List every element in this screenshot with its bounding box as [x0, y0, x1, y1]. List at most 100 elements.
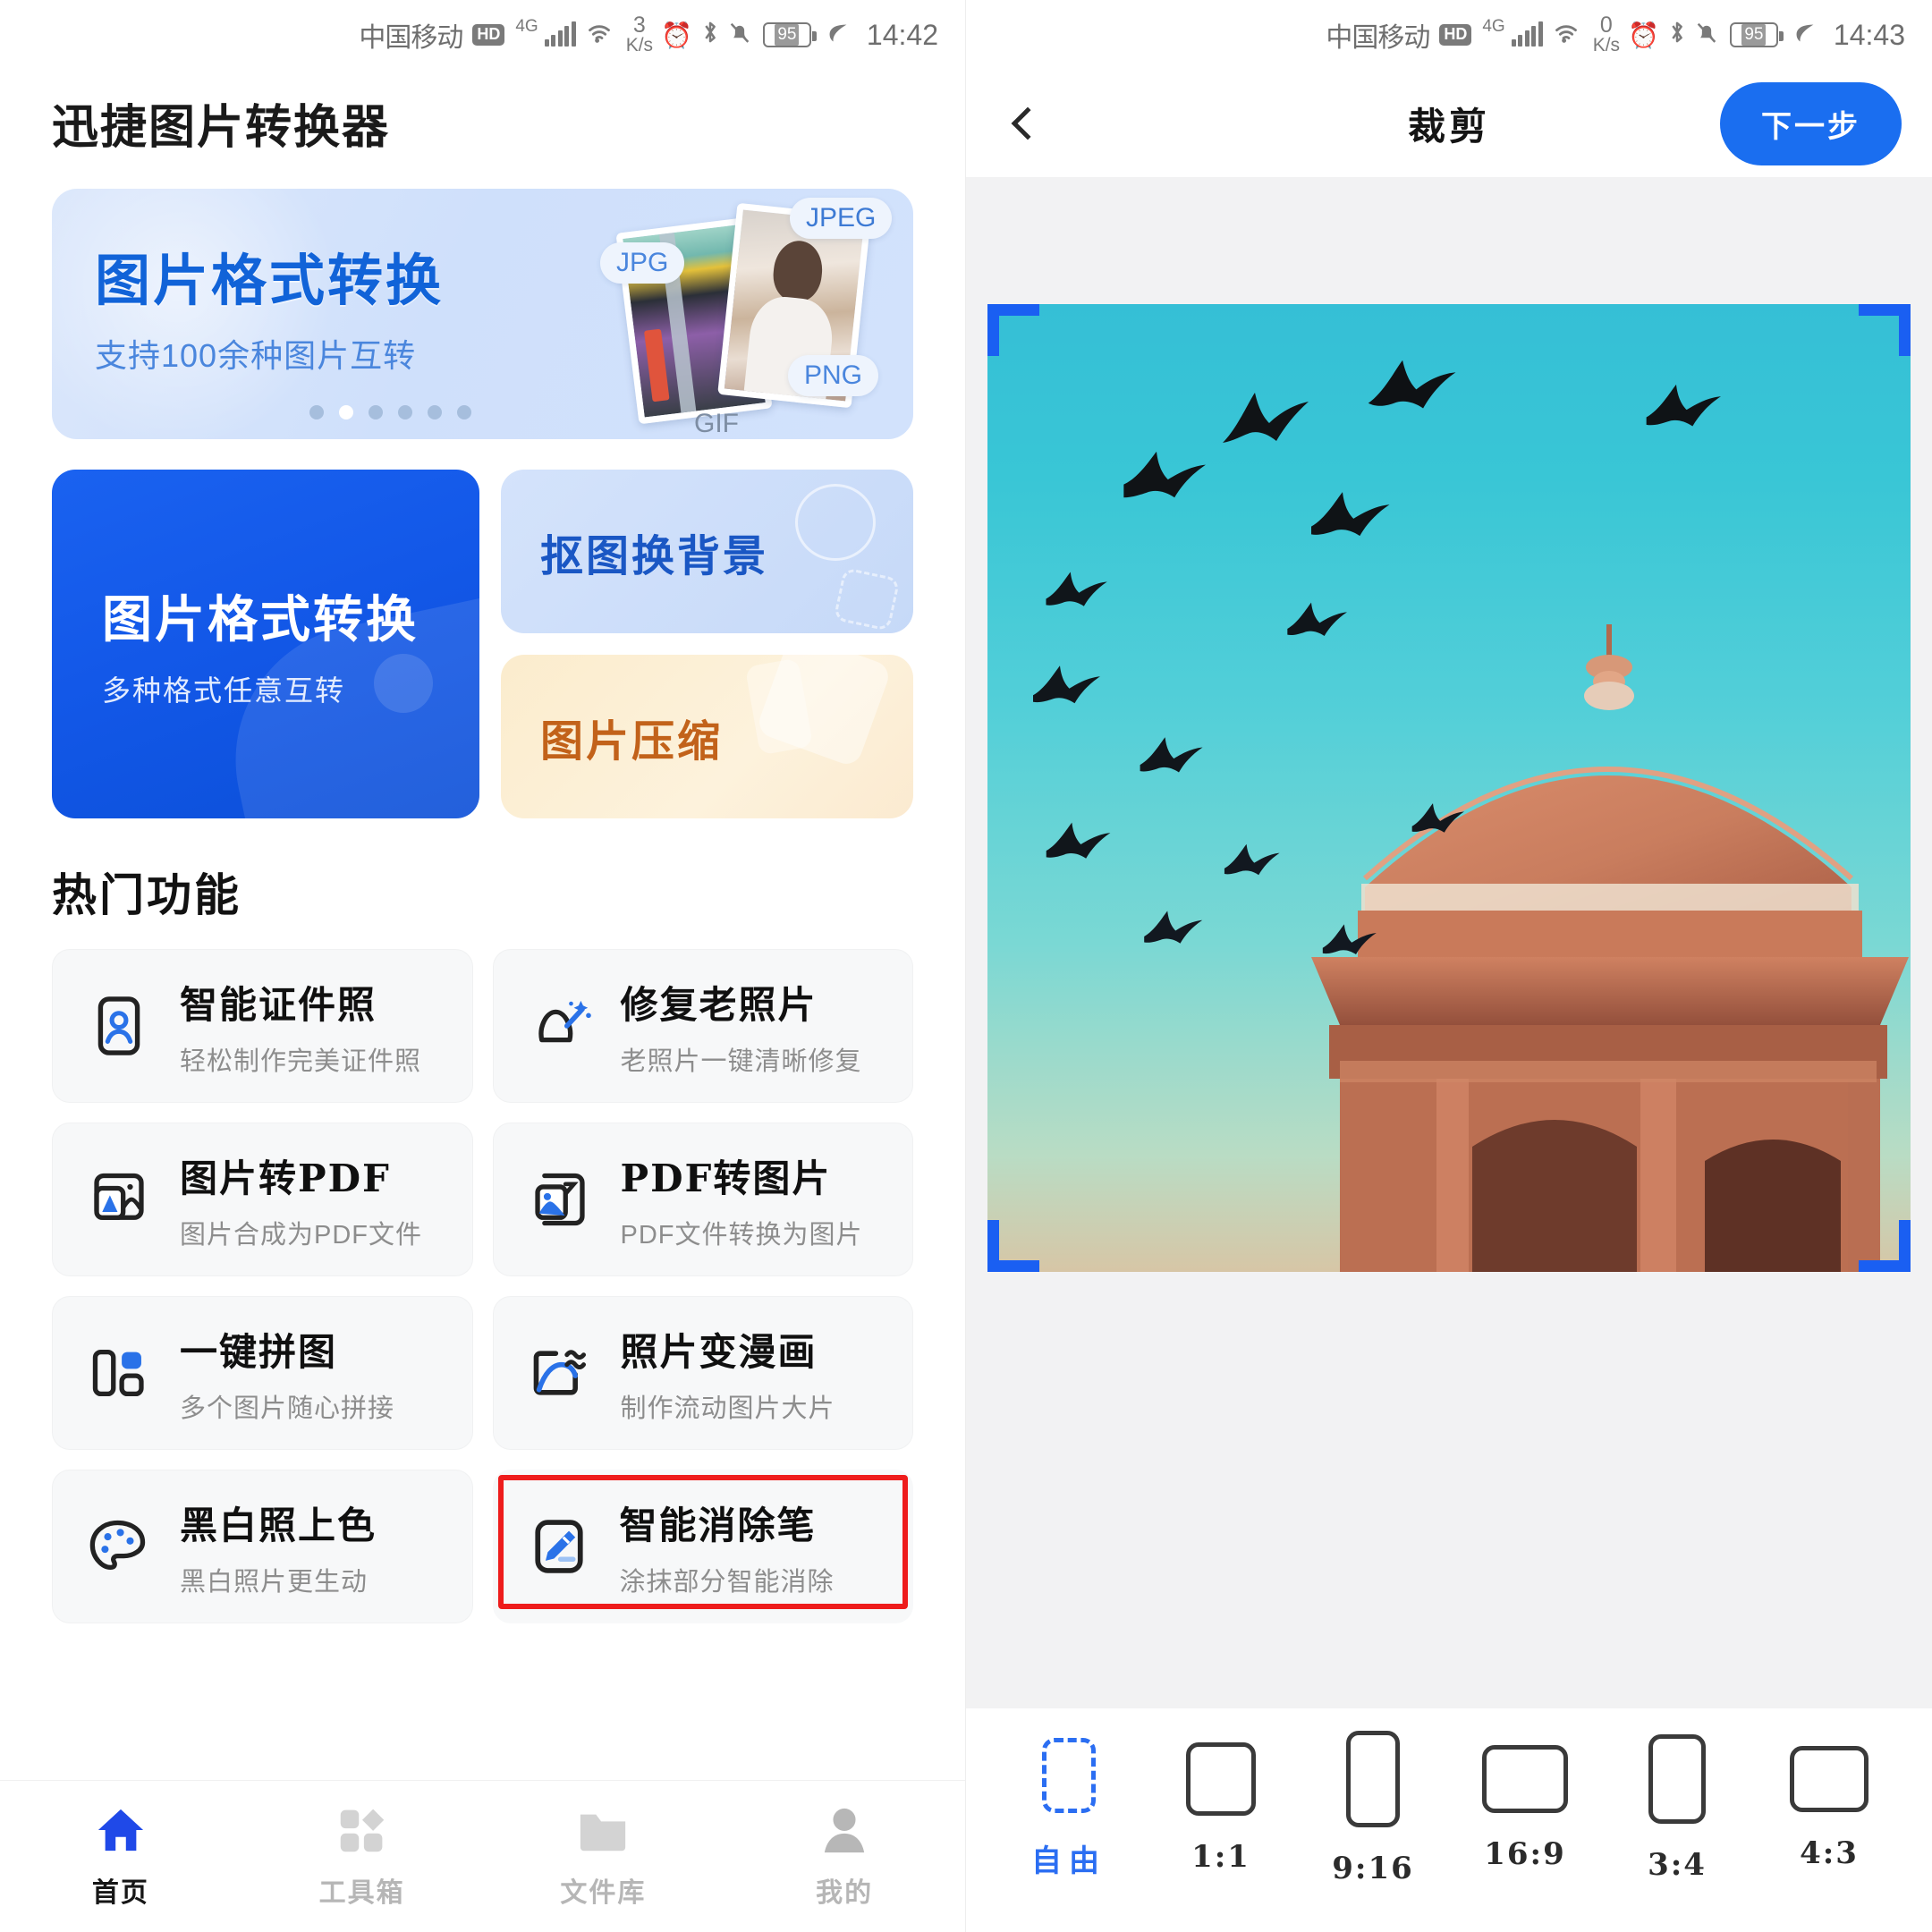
feature-name: 智能证件照 [180, 982, 377, 1027]
feature-card-photo-to-comic[interactable]: 照片变漫画 制作流动图片大片 [492, 1296, 913, 1450]
feature-name: 智能消除笔 [619, 1503, 817, 1547]
feature-card-pdf-to-image[interactable]: PDF转图片 PDF文件转换为图片 [492, 1123, 913, 1276]
feature-text: 照片变漫画 制作流动图片大片 [621, 1322, 835, 1425]
bird-icon [1144, 911, 1203, 944]
carousel-dot[interactable] [428, 405, 442, 419]
bird-icon [1368, 360, 1456, 409]
tab-home[interactable]: 首页 [0, 1804, 242, 1910]
tab-toolbox[interactable]: 工具箱 [242, 1804, 483, 1910]
ratio-shape [1648, 1734, 1706, 1824]
next-step-button[interactable]: 下一步 [1720, 81, 1902, 165]
power-saving-leaf-icon [826, 21, 850, 49]
clock-label: 14:42 [866, 18, 938, 51]
carousel-dot-active[interactable] [339, 405, 353, 419]
wifi-icon [584, 21, 614, 50]
bird-icon [1046, 822, 1111, 859]
carousel-dot[interactable] [398, 405, 412, 419]
carousel-dot[interactable] [309, 405, 324, 419]
pdf-to-image-icon [522, 1162, 597, 1237]
promo-banner[interactable]: 图片格式转换 支持100余种图片互转 JPG JPEG PNG GIF [52, 189, 913, 439]
ratio-option-16-9[interactable]: 16:9 [1458, 1745, 1592, 1872]
signal-bars-icon [1511, 21, 1543, 47]
temple-photo [1311, 624, 1909, 1272]
quick-card-cutout[interactable]: 抠图换背景 [501, 470, 913, 633]
network-speed-value: 0 [1599, 13, 1613, 38]
network-type-label: 4G [515, 17, 538, 36]
ratio-option-1-1[interactable]: 1:1 [1154, 1742, 1288, 1875]
palette-icon [81, 1509, 157, 1584]
carousel-dot[interactable] [457, 405, 471, 419]
format-badge-jpeg: JPEG [790, 198, 893, 239]
crop-stage[interactable] [966, 177, 1932, 1708]
ratio-option-9-16[interactable]: 9:16 [1306, 1731, 1440, 1886]
crop-header: 裁剪 下一步 [966, 70, 1932, 177]
feature-card-collage[interactable]: 一键拼图 多个图片随心拼接 [52, 1296, 473, 1450]
ratio-label: 16:9 [1484, 1836, 1566, 1872]
quick-card-format-convert[interactable]: 图片格式转换 多种格式任意互转 [52, 470, 479, 818]
power-saving-leaf-icon [1793, 21, 1817, 49]
battery-level: 95 [775, 24, 800, 46]
id-photo-icon [81, 988, 157, 1063]
tab-label: 工具箱 [318, 1877, 405, 1909]
ratio-shape [1346, 1731, 1400, 1827]
bird-icon [1411, 803, 1464, 833]
card-decor-dashed-square [833, 567, 901, 631]
ratio-option-free[interactable]: 自由 [1002, 1737, 1136, 1880]
page-title: 迅捷图片转换器 [52, 100, 391, 155]
ratio-option-3-4[interactable]: 3:4 [1610, 1734, 1744, 1883]
ratio-shape [1482, 1745, 1568, 1813]
bird-icon [1046, 572, 1107, 606]
hd-icon: HD [472, 24, 505, 46]
hd-icon: HD [1439, 24, 1472, 46]
feature-desc: 多个图片随心拼接 [180, 1394, 395, 1423]
carousel-dots[interactable] [309, 405, 471, 419]
battery-icon: 95 [762, 22, 817, 47]
alarm-icon: ⏰ [661, 21, 692, 49]
bottom-tab-bar: 首页 工具箱 文件库 我的 [0, 1780, 965, 1932]
feature-card-smart-eraser[interactable]: 智能消除笔 涂抹部分智能消除 [492, 1470, 913, 1623]
network-speed: 3 K/s [626, 13, 653, 55]
home-screen: 中国移动 HD 4G 3 K/s ⏰ 95 14:42 迅捷图片转换器 图片格式… [0, 0, 966, 1932]
card-decor-circle [795, 484, 876, 561]
quick-card-compress[interactable]: 图片压缩 [501, 655, 913, 818]
format-badge-png: PNG [788, 355, 879, 396]
folder-icon [577, 1804, 629, 1856]
collage-icon [81, 1335, 157, 1411]
feature-card-id-photo[interactable]: 智能证件照 轻松制作完美证件照 [52, 949, 473, 1103]
feature-desc: 轻松制作完美证件照 [180, 1046, 422, 1076]
quick-card-title: 图片格式转换 [102, 589, 419, 649]
tab-label: 首页 [91, 1877, 149, 1909]
bird-icon [1322, 924, 1377, 954]
ratio-label: 自由 [1031, 1843, 1106, 1879]
tab-label: 我的 [816, 1877, 874, 1909]
tab-mine[interactable]: 我的 [724, 1804, 965, 1910]
ratio-option-4-3[interactable]: 4:3 [1762, 1746, 1896, 1871]
feature-desc: 黑白照片更生动 [180, 1567, 369, 1597]
section-title-hot: 热门功能 [52, 869, 242, 921]
toolbox-icon [337, 1804, 387, 1856]
feature-card-image-to-pdf[interactable]: 图片转PDF 图片合成为PDF文件 [52, 1123, 473, 1276]
back-button[interactable] [996, 92, 1059, 155]
ratio-shape [1790, 1746, 1868, 1812]
feature-name: 照片变漫画 [620, 1329, 818, 1374]
network-speed-unit: K/s [1592, 34, 1621, 55]
tab-file-library[interactable]: 文件库 [483, 1804, 724, 1910]
bird-icon [1311, 492, 1390, 537]
aspect-ratio-bar: 自由 1:1 9:16 16:9 3:4 4:3 [966, 1708, 1932, 1932]
clock-label: 14:43 [1833, 18, 1905, 51]
feature-name: 一键拼图 [180, 1329, 338, 1374]
live-photo-icon [522, 1335, 597, 1411]
network-speed-value: 3 [632, 13, 646, 38]
ratio-label: 4:3 [1800, 1835, 1859, 1871]
feature-card-colorize[interactable]: 黑白照上色 黑白照片更生动 [52, 1470, 473, 1623]
carousel-dot[interactable] [369, 405, 383, 419]
feature-desc: 涂抹部分智能消除 [619, 1567, 835, 1597]
feature-name: 修复老照片 [620, 982, 818, 1027]
bird-icon [1224, 843, 1280, 876]
banner-text: 图片格式转换 支持100余种图片互转 [95, 235, 444, 377]
feature-text: 一键拼图 多个图片随心拼接 [180, 1322, 394, 1425]
feature-text: 智能证件照 轻松制作完美证件照 [180, 975, 421, 1078]
feature-card-restore-photo[interactable]: 修复老照片 老照片一键清晰修复 [492, 949, 913, 1103]
bird-icon [1287, 602, 1347, 636]
network-type-label: 4G [1482, 17, 1505, 36]
